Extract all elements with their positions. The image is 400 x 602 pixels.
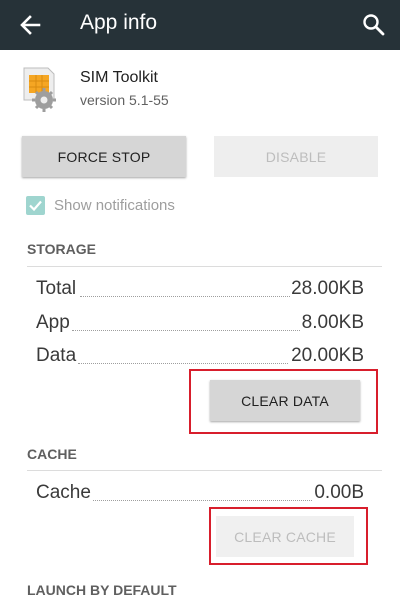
- clear-cache-highlight: [209, 507, 368, 565]
- dot-leader: [78, 363, 288, 364]
- app-bar: App info: [0, 0, 400, 50]
- search-button[interactable]: [358, 9, 390, 41]
- app-name: SIM Toolkit: [80, 69, 158, 86]
- show-notifications-label: Show notifications: [54, 197, 175, 214]
- cache-label: Cache: [36, 482, 91, 503]
- storage-data-value: 20.00KB: [291, 345, 364, 366]
- disable-button[interactable]: DISABLE: [214, 136, 378, 177]
- app-version: version 5.1-55: [80, 92, 169, 108]
- storage-app-label: App: [36, 312, 70, 333]
- dot-leader: [72, 330, 300, 331]
- arrow-back-icon: [20, 15, 41, 35]
- sim-card-gear-icon: [20, 66, 72, 112]
- storage-data-label: Data: [36, 345, 77, 366]
- dot-leader: [93, 500, 312, 501]
- page-title: App info: [80, 11, 158, 34]
- search-icon: [363, 14, 385, 36]
- back-button[interactable]: [14, 9, 46, 41]
- cache-value: 0.00B: [314, 482, 364, 503]
- storage-header: STORAGE: [27, 241, 96, 257]
- cache-divider: [27, 470, 382, 471]
- check-icon: [29, 200, 42, 212]
- show-notifications-checkbox[interactable]: [26, 196, 45, 215]
- cache-header: CACHE: [27, 446, 77, 462]
- clear-data-highlight: [189, 369, 378, 434]
- storage-total-value: 28.00KB: [291, 278, 364, 299]
- storage-total-label: Total: [36, 278, 77, 299]
- launch-by-default-header: LAUNCH BY DEFAULT: [27, 582, 177, 598]
- storage-divider: [27, 266, 382, 267]
- dot-leader: [80, 296, 290, 297]
- force-stop-button[interactable]: FORCE STOP: [22, 136, 186, 177]
- storage-app-value: 8.00KB: [301, 312, 364, 333]
